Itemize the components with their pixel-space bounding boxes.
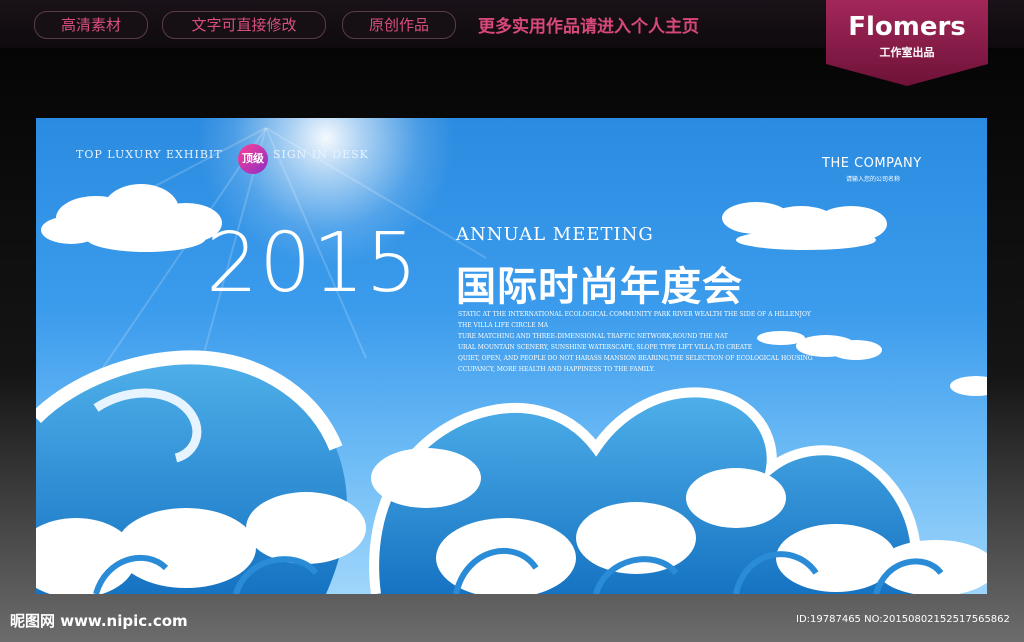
watermark-site: 昵图网 www.nipic.com [10,612,188,630]
brand-subtitle: 工作室出品 [879,46,935,59]
tag-original-work[interactable]: 原创作品 [342,11,456,39]
brand-name: Flomers [848,12,966,42]
poster: TOP LUXURY EXHIBIT 顶级 SIGN IN DESK THE C… [36,118,987,594]
brand-badge[interactable]: Flomers 工作室出品 [826,0,988,86]
more-works-link[interactable]: 更多实用作品请进入个人主页 [478,12,699,37]
tag-hd-material[interactable]: 高清素材 [34,11,148,39]
ocean-waves [36,350,987,594]
watermark-id: ID:19787465 NO:20150802152517565862 [796,614,1010,625]
tag-editable-text[interactable]: 文字可直接修改 [162,11,326,39]
